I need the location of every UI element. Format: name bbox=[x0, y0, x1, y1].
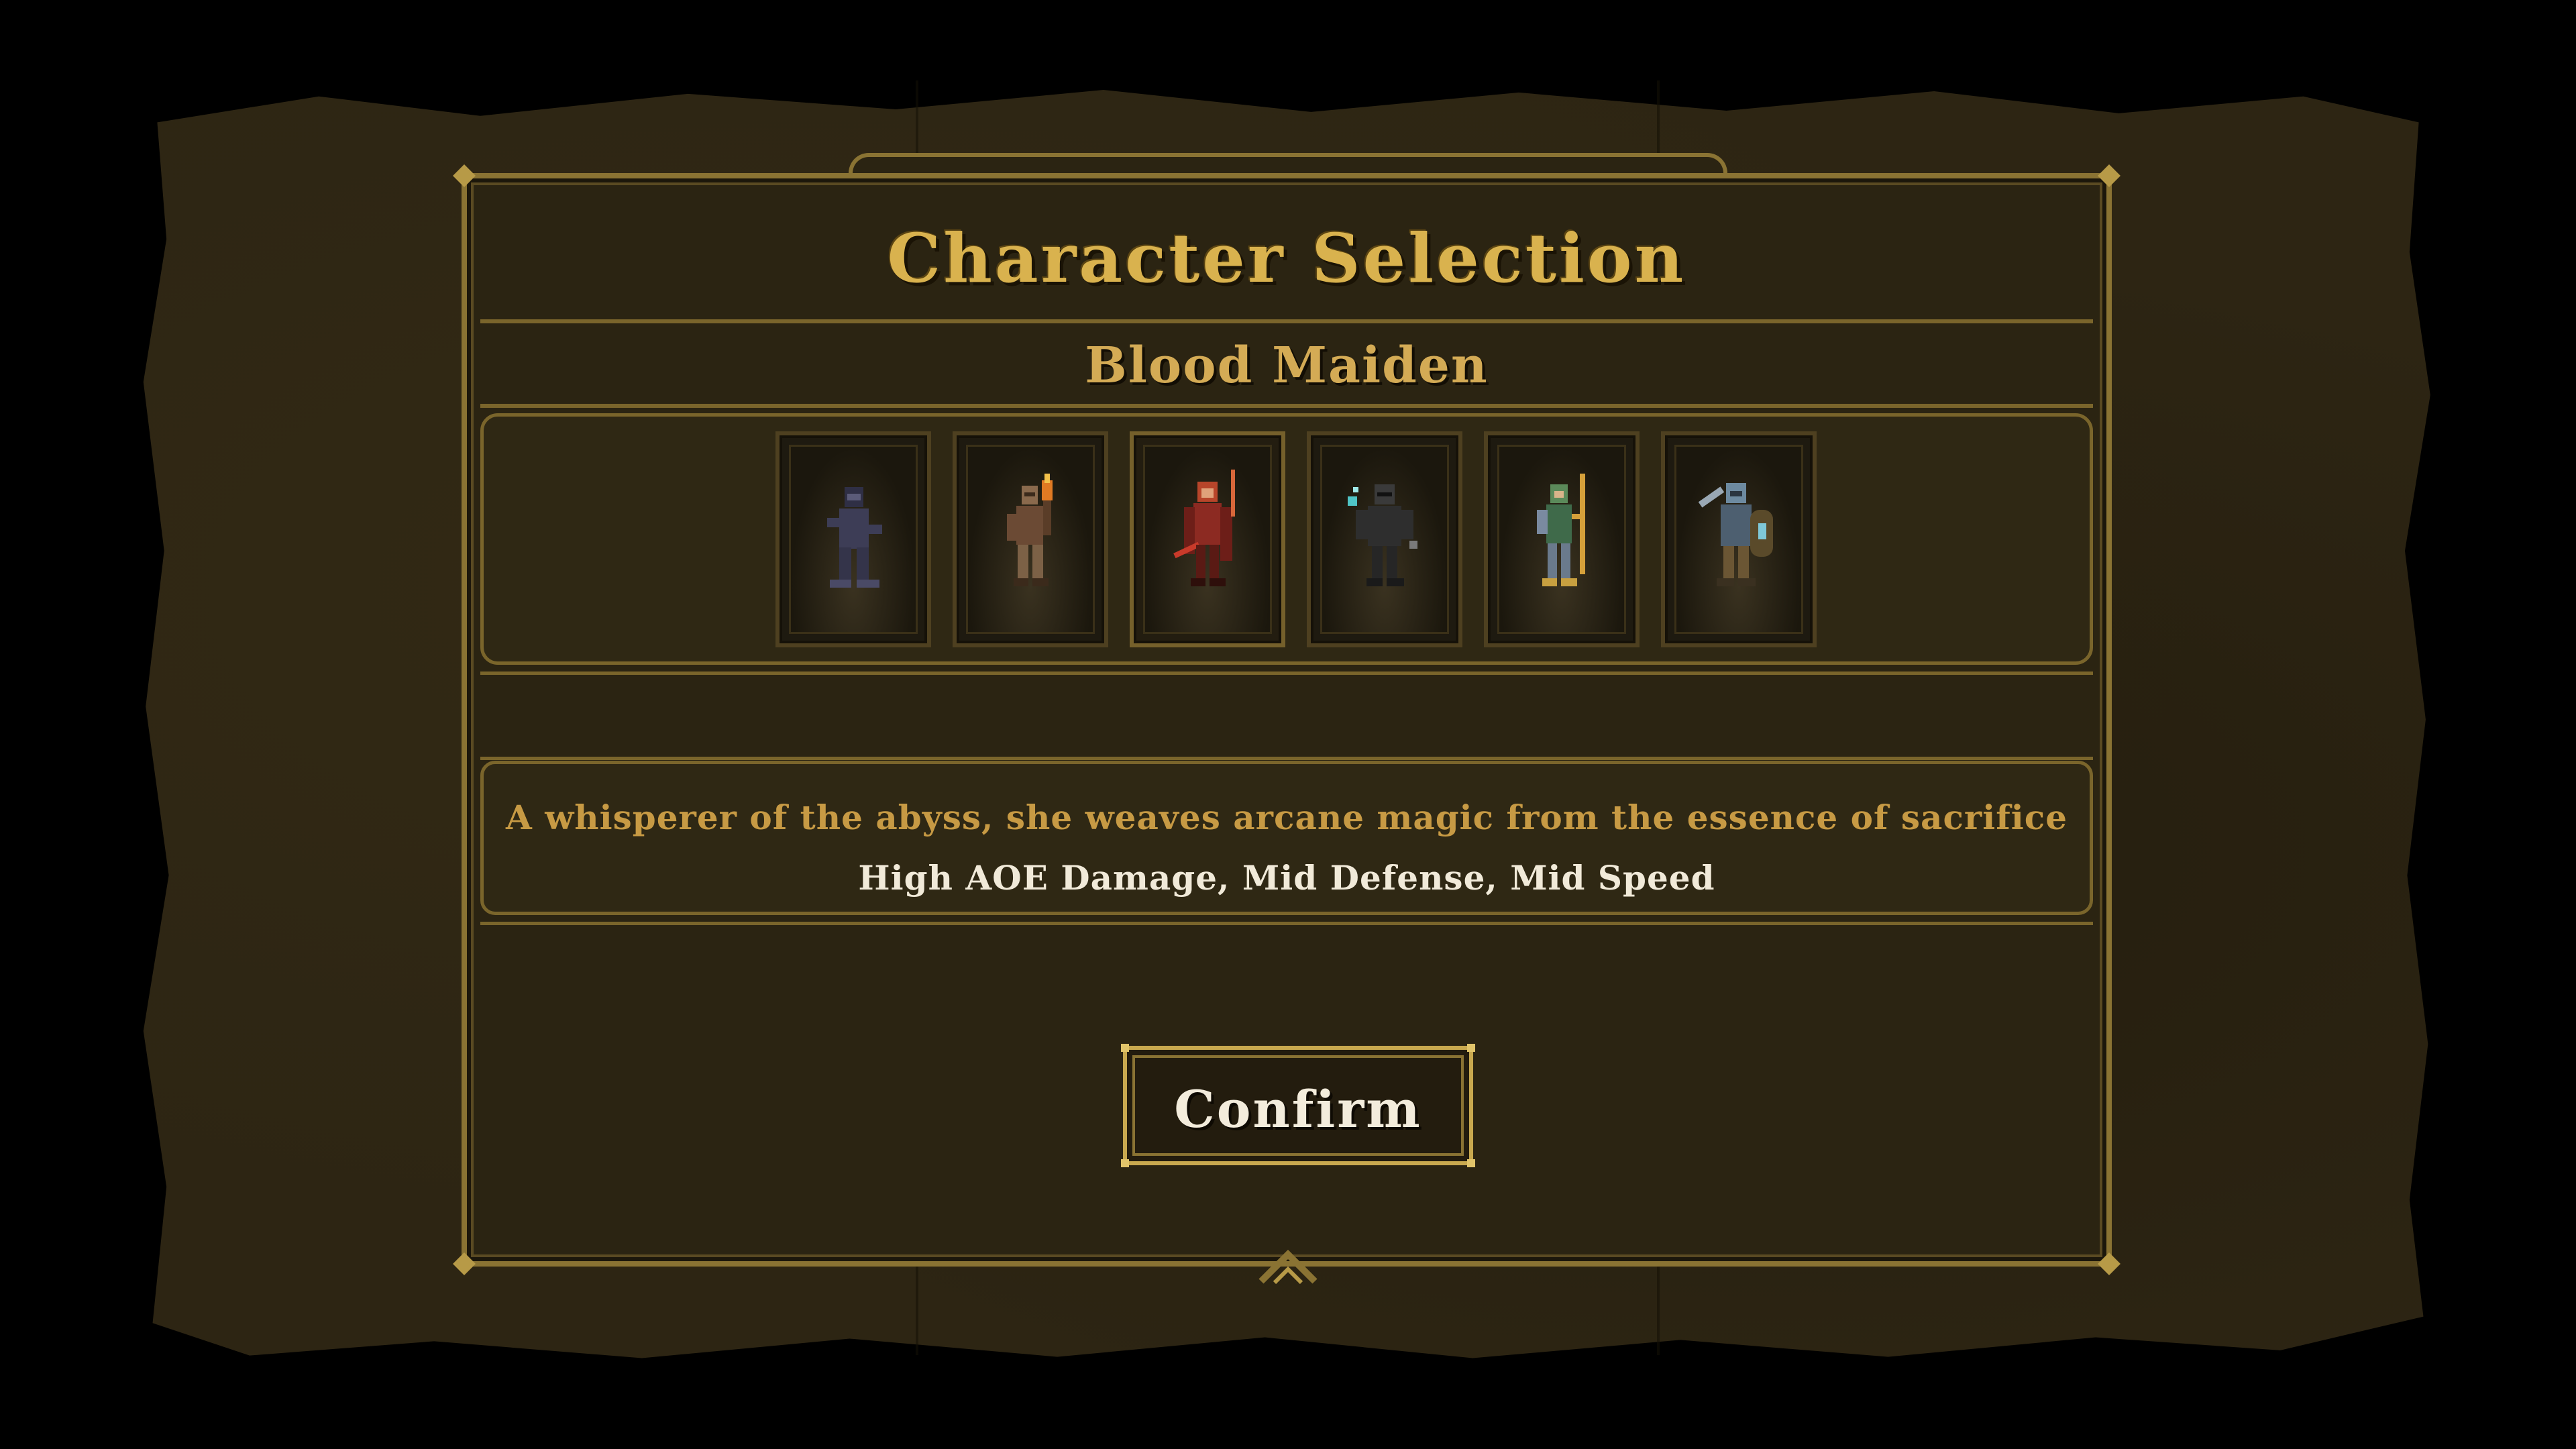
character-card-shield-warrior[interactable] bbox=[1661, 431, 1817, 647]
panel-bottom-crest bbox=[1258, 1249, 1318, 1285]
character-card-elf-archer[interactable] bbox=[1484, 431, 1640, 647]
confirm-button-label: Confirm bbox=[1174, 1079, 1422, 1139]
character-selection-panel: Character Selection Blood Maiden A whisp… bbox=[453, 164, 2121, 1275]
confirm-button[interactable]: Confirm bbox=[1121, 1044, 1475, 1167]
character-card-list bbox=[775, 431, 1817, 647]
card-frame bbox=[1320, 445, 1449, 634]
card-frame bbox=[1674, 445, 1803, 634]
character-card-blood-maiden[interactable] bbox=[1130, 431, 1285, 647]
card-frame bbox=[966, 445, 1095, 634]
action-area: Confirm bbox=[480, 922, 2093, 1248]
character-card-rogue[interactable] bbox=[775, 431, 931, 647]
button-corner-stud bbox=[1467, 1159, 1475, 1167]
button-corner-stud bbox=[1467, 1044, 1475, 1052]
info-divider-bar bbox=[480, 672, 2093, 760]
card-frame bbox=[1143, 445, 1272, 634]
selected-character-name: Blood Maiden bbox=[1085, 337, 1489, 394]
character-roster bbox=[480, 413, 2093, 665]
character-description: A whisperer of the abyss, she weaves arc… bbox=[506, 798, 2068, 837]
character-stats: High AOE Damage, Mid Defense, Mid Speed bbox=[858, 858, 1715, 898]
dark-knight-icon bbox=[1348, 484, 1417, 586]
page-title: Character Selection bbox=[887, 219, 1686, 298]
card-frame bbox=[789, 445, 918, 634]
shield-warrior-icon bbox=[1698, 483, 1773, 586]
torch-bearer-icon bbox=[1007, 474, 1053, 586]
blood-maiden-icon bbox=[1173, 470, 1235, 586]
title-bar: Character Selection bbox=[480, 192, 2093, 323]
character-card-torch-bearer[interactable] bbox=[953, 431, 1108, 647]
button-corner-stud bbox=[1121, 1159, 1129, 1167]
button-corner-stud bbox=[1121, 1044, 1129, 1052]
game-screen: Character Selection Blood Maiden A whisp… bbox=[0, 0, 2576, 1449]
character-card-dark-knight[interactable] bbox=[1307, 431, 1462, 647]
character-description-box: A whisperer of the abyss, she weaves arc… bbox=[480, 761, 2093, 915]
elf-archer-icon bbox=[1537, 474, 1585, 586]
card-frame bbox=[1497, 445, 1626, 634]
hooded-rogue-icon bbox=[827, 487, 882, 588]
character-name-bar: Blood Maiden bbox=[480, 323, 2093, 408]
